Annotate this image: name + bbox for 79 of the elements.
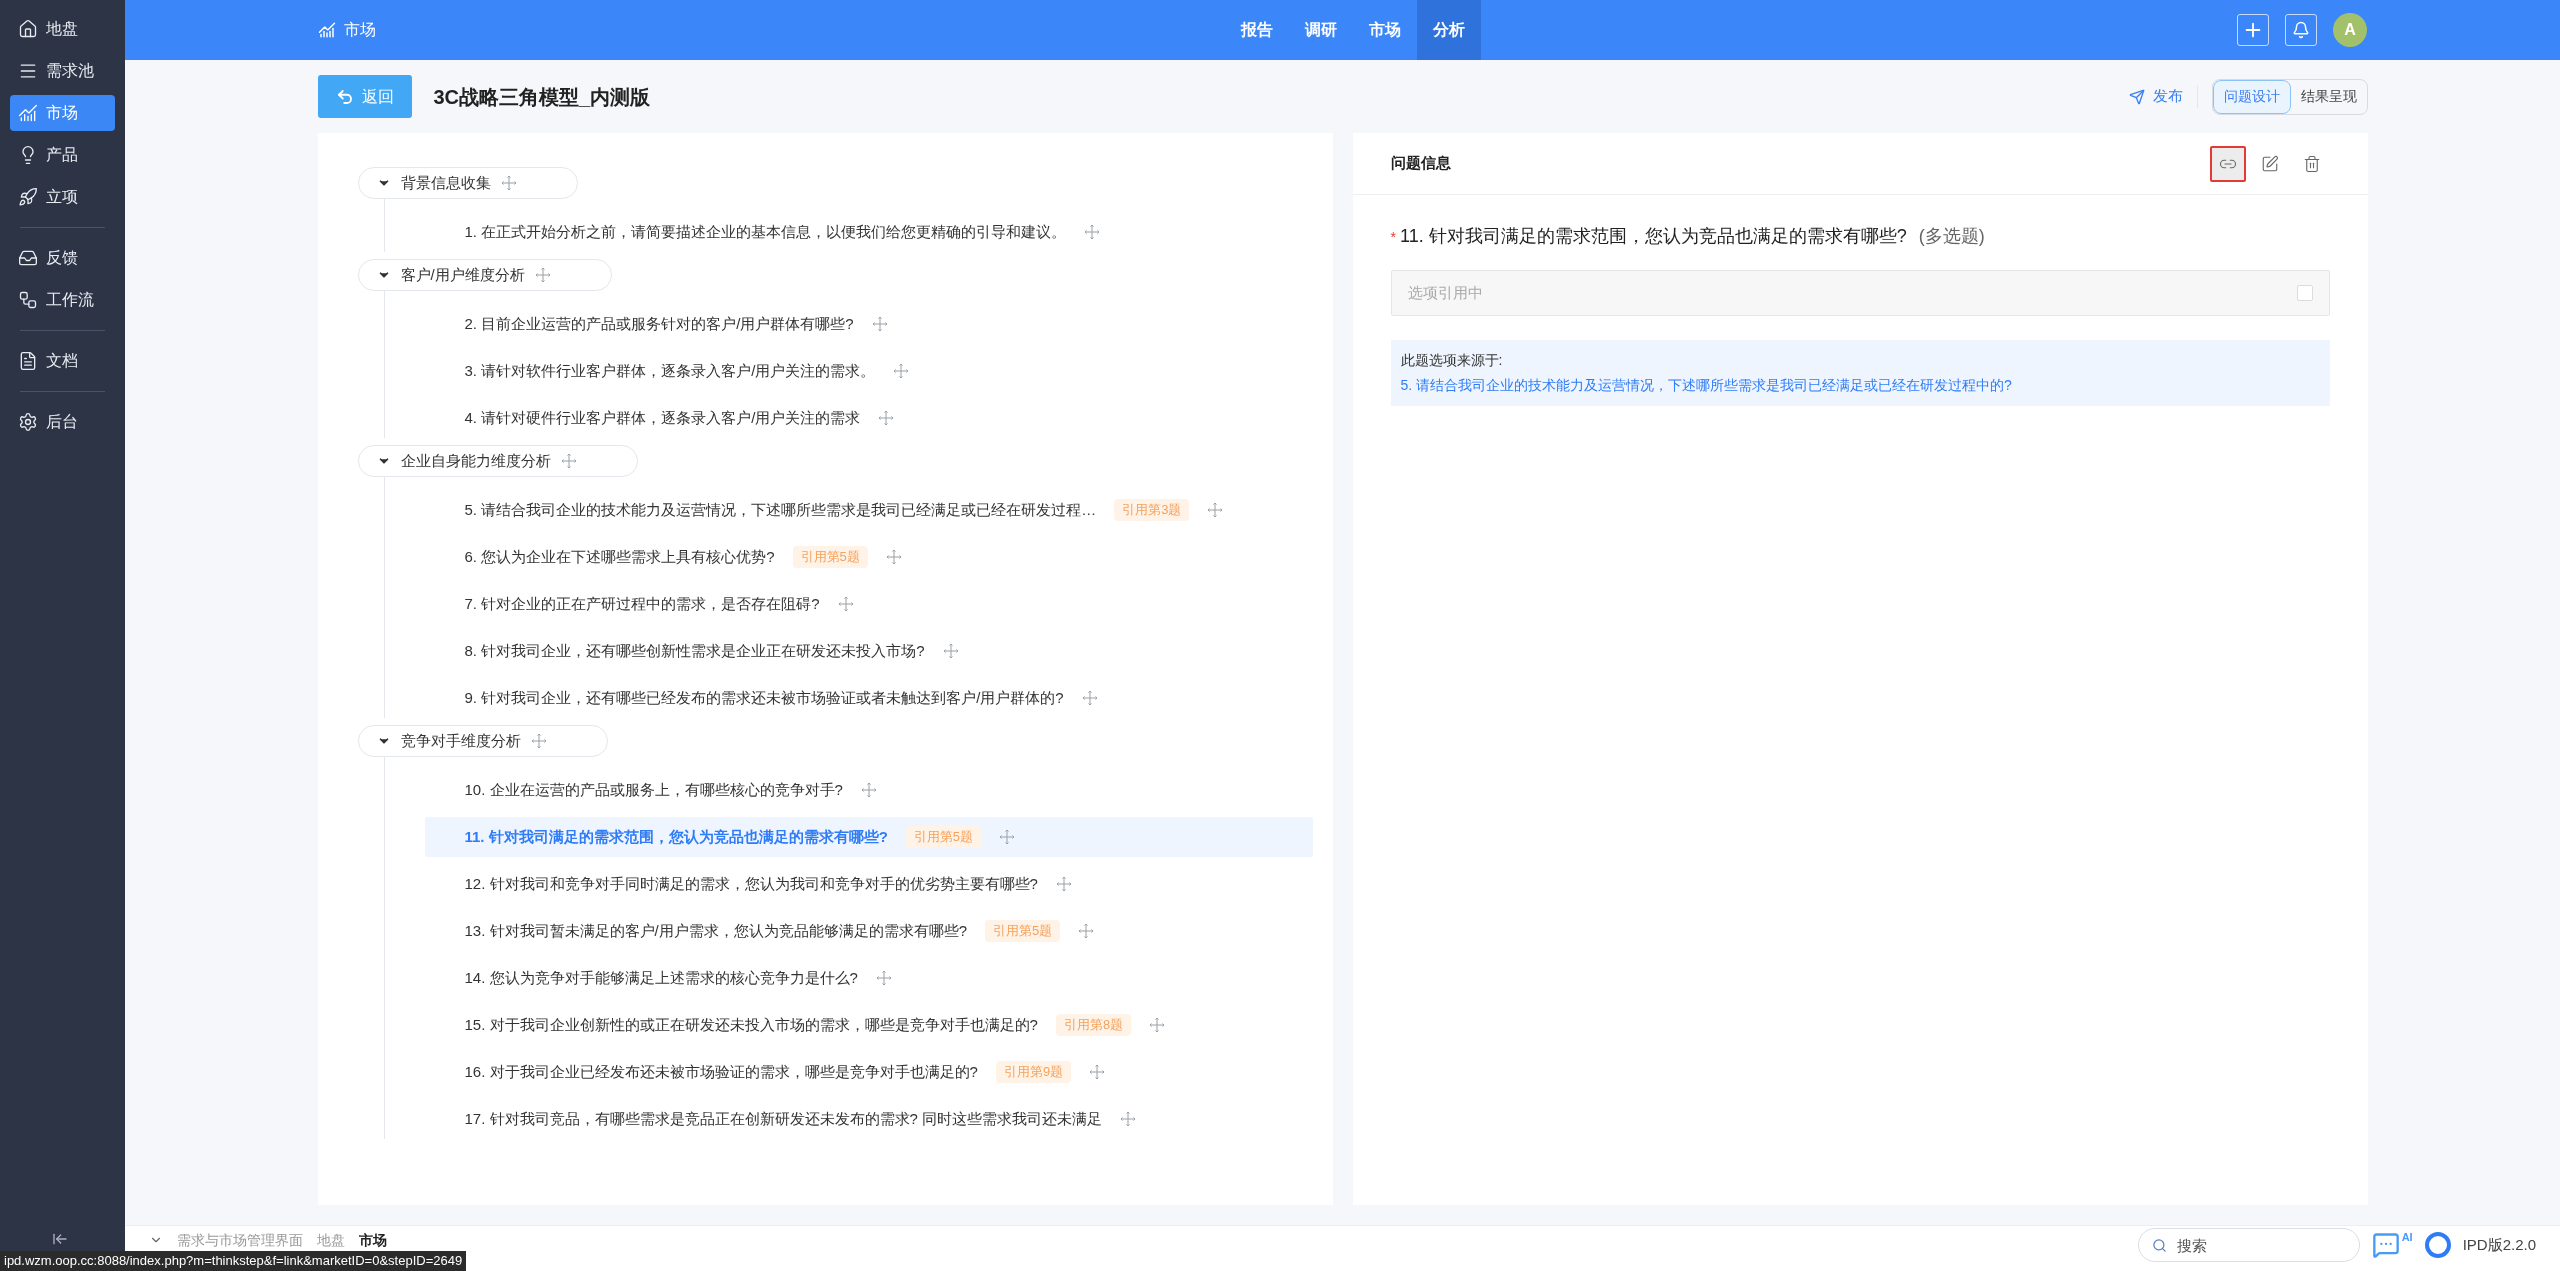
reference-tag: 引用第8题 [1055, 1014, 1132, 1036]
sidebar-item[interactable]: 市场 [10, 95, 115, 131]
ai-label: AI [2401, 1231, 2413, 1243]
notification-button[interactable] [2285, 14, 2317, 46]
option-field[interactable]: 选项引用中 [1390, 270, 2330, 316]
add-button[interactable] [2237, 14, 2269, 46]
workflow-icon [18, 290, 38, 310]
question-item[interactable]: 8. 针对我司企业，还有哪些创新性需求是企业正在研发还未投入市场? [424, 631, 1313, 671]
house-icon [18, 19, 38, 39]
link-button[interactable] [2209, 145, 2246, 182]
nav-tab[interactable]: 调研 [1289, 0, 1353, 60]
question-item[interactable]: 7. 针对企业的正在产研过程中的需求，是否存在阻碍? [424, 584, 1313, 624]
bell-icon [2292, 21, 2310, 39]
document-icon [18, 351, 38, 371]
publish-button[interactable]: 发布 [2128, 85, 2198, 108]
reference-tag: 引用第5题 [985, 920, 1061, 942]
question-item[interactable]: 9. 针对我司企业，还有哪些已经发布的需求还未被市场验证或者未触达到客户/用户群体的? [424, 678, 1313, 718]
question-item[interactable]: 12. 针对我司和竞争对手同时满足的需求，您认为我司和竞争对手的优劣势主要有哪些? [424, 864, 1313, 904]
option-input[interactable]: 选项引用中 [1407, 281, 2297, 305]
question-item[interactable]: 6. 您认为企业在下述哪些需求上具有核心优势? 引用第5题 [424, 537, 1313, 577]
sidebar-item[interactable]: 产品 [10, 137, 115, 173]
chat-icon[interactable] [2371, 1231, 2400, 1259]
question-item[interactable]: 13. 针对我司暂未满足的客户/用户需求，您认为竞品能够满足的需求有哪些? 引用第5题 [424, 911, 1313, 951]
question-item[interactable]: 3. 请针对软件行业客户群体，逐条录入客户/用户关注的需求。 [424, 351, 1313, 391]
required-mark: * [1390, 228, 1396, 247]
undo-icon [335, 87, 354, 106]
reference-tag: 引用第3题 [1114, 499, 1190, 521]
collapse-icon[interactable] [52, 1231, 68, 1247]
sidebar-item[interactable]: 地盘 [10, 11, 115, 47]
send-icon [2128, 88, 2145, 105]
edit-icon [2260, 154, 2279, 173]
sidebar-item[interactable]: 需求池 [10, 53, 115, 89]
sidebar-item[interactable]: 反馈 [10, 240, 115, 276]
view-tab[interactable]: 问题设计 [2212, 79, 2291, 114]
question-item[interactable]: 5. 请结合我司企业的技术能力及运营情况，下述哪所些需求是我司已经满足或已经在研发过程… 引用第3题 [424, 490, 1313, 530]
option-checkbox[interactable] [2296, 285, 2313, 301]
settings-icon [18, 412, 38, 432]
chart-icon [18, 103, 38, 123]
search-icon [2151, 1238, 2167, 1253]
panel-title: 问题信息 [1390, 153, 1451, 174]
breadcrumb-item[interactable]: 市场 [359, 1230, 387, 1250]
version-label: IPD版2.2.0 [2462, 1234, 2536, 1255]
question-item[interactable]: 14. 您认为竞争对手能够满足上述需求的核心竞争力是什么? [424, 958, 1313, 998]
section-title: 客户/用户维度分析 [400, 264, 525, 285]
sidebar-item[interactable]: 文档 [10, 343, 115, 379]
nav-tab[interactable]: 市场 [1353, 0, 1417, 60]
section-title: 背景信息收集 [400, 172, 491, 193]
rocket-icon [18, 187, 38, 207]
status-url-tooltip: ipd.wzm.oop.cc:8088/index.php?m=thinkstep&f=link&marketID=0&stepID=2649 [0, 1251, 467, 1271]
inbox-icon [18, 248, 38, 268]
question-item[interactable]: 15. 对于我司企业创新性的或正在研发还未投入市场的需求，哪些是竞争对手也满足的? 引用第8题 [424, 1005, 1313, 1045]
page-title: 3C战略三角模型_内测版 [433, 84, 651, 110]
reference-tag: 引用第5题 [792, 546, 868, 568]
question-item[interactable]: 16. 对于我司企业已经发布还未被市场验证的需求，哪些是竞争对手也满足的? 引用第9题 [424, 1052, 1313, 1092]
search-field[interactable]: 搜索 [2137, 1228, 2360, 1262]
source-link[interactable]: 5. 请结合我司企业的技术能力及运营情况，下述哪所些需求是我司已经满足或已经在研发过程中的? [1400, 375, 2320, 396]
nav-tab[interactable]: 分析 [1417, 0, 1481, 60]
question-item[interactable]: 11. 针对我司满足的需求范围，您认为竞品也满足的需求有哪些? 引用第5题 [424, 817, 1313, 857]
question-item[interactable]: 1. 在正式开始分析之前，请简要描述企业的基本信息，以便我们给您更精确的引导和建议。 [424, 212, 1313, 252]
question-type: (多选题) [1918, 225, 1985, 248]
section-title: 企业自身能力维度分析 [400, 450, 551, 471]
reference-tag: 引用第9题 [995, 1061, 1072, 1083]
logo-icon [2424, 1232, 2451, 1258]
source-label: 此题选项来源于: [1400, 351, 1504, 370]
question-item[interactable]: 4. 请针对硬件行业客户群体，逐条录入客户/用户关注的需求 [424, 398, 1313, 438]
question-item[interactable]: 10. 企业在运营的产品或服务上，有哪些核心的竞争对手? [424, 770, 1313, 810]
section-title: 竞争对手维度分析 [400, 730, 521, 751]
reference-tag: 引用第5题 [905, 826, 982, 848]
sidebar-item[interactable]: 后台 [10, 404, 115, 440]
sidebar-item[interactable]: 立项 [10, 179, 115, 215]
sidebar-item[interactable]: 工作流 [10, 282, 115, 318]
chart-icon [318, 21, 336, 39]
trash-icon [2302, 154, 2321, 173]
view-tab[interactable]: 结果呈现 [2290, 79, 2367, 114]
question-item[interactable]: 17. 针对我司竞品，有哪些需求是竞品正在创新研发还未发布的需求? 同时这些需求我司还未满足 [424, 1099, 1313, 1139]
question-title: * 11. 针对我司满足的需求范围，您认为竞品也满足的需求有哪些? (多选题) [1390, 223, 2330, 250]
module-title: 市场 [344, 20, 376, 40]
question-item[interactable]: 2. 目前企业运营的产品或服务针对的客户/用户群体有哪些? [424, 304, 1313, 344]
nav-tab[interactable]: 报告 [1225, 0, 1289, 60]
